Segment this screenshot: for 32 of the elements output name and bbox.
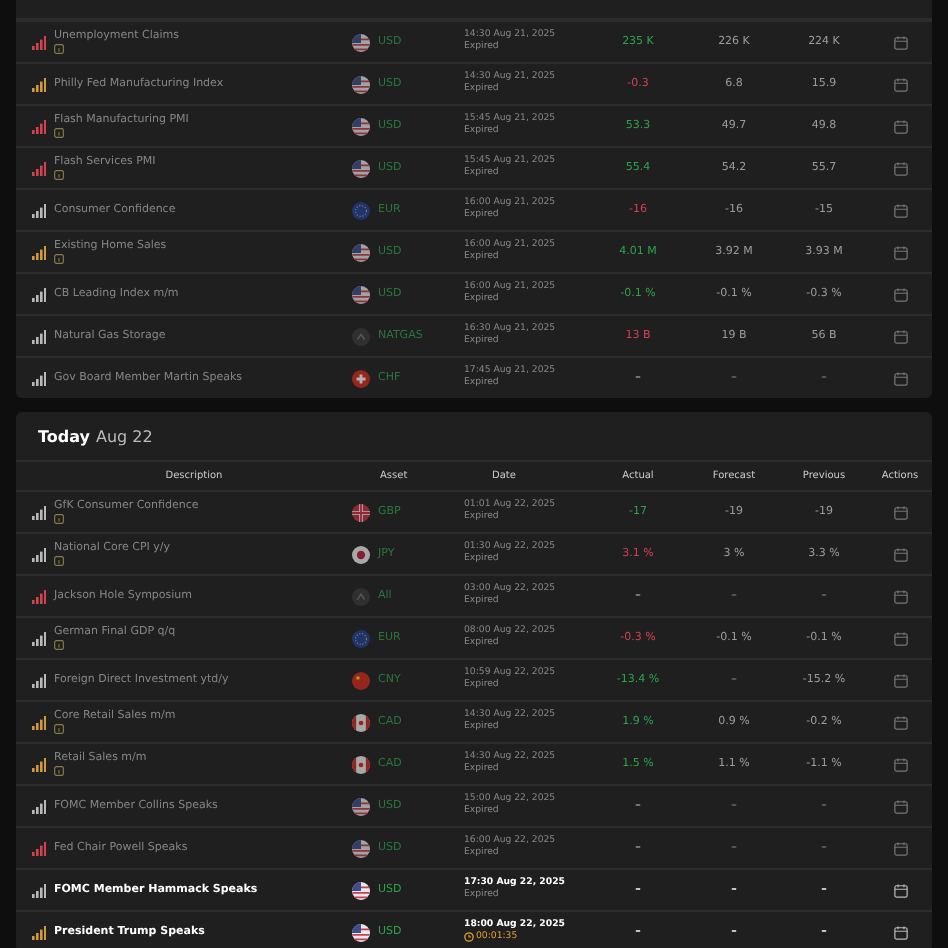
info-icon[interactable] (54, 514, 64, 524)
info-icon[interactable] (54, 44, 64, 54)
calendar-icon[interactable] (893, 161, 907, 175)
calendar-icon[interactable] (893, 841, 907, 855)
calendar-icon[interactable] (893, 631, 907, 645)
calendar-icon[interactable] (893, 589, 907, 603)
info-icon[interactable] (54, 766, 64, 776)
info-icon[interactable] (54, 254, 64, 264)
date-label: Aug 22 (95, 427, 153, 445)
calendar-icon[interactable] (893, 925, 907, 939)
calendar-icon[interactable] (893, 673, 907, 687)
calendar-icon[interactable] (893, 799, 907, 813)
calendar-icon[interactable] (893, 77, 907, 91)
calendar-icon[interactable] (893, 35, 907, 49)
calendar-icon[interactable] (893, 245, 907, 259)
calendar-icon[interactable] (893, 329, 907, 343)
calendar-icon[interactable] (893, 287, 907, 301)
calendar-icon[interactable] (893, 371, 907, 385)
calendar-icon[interactable] (893, 883, 907, 897)
info-icon[interactable] (54, 128, 64, 138)
day-label: Today (38, 427, 90, 445)
info-icon[interactable] (54, 170, 64, 180)
calendar-icon[interactable] (893, 757, 907, 771)
info-icon[interactable] (54, 724, 64, 734)
info-icon[interactable] (54, 556, 64, 566)
calendar-icon[interactable] (893, 505, 907, 519)
calendar-icon[interactable] (893, 119, 907, 133)
info-icon[interactable] (54, 640, 64, 650)
clock-icon (464, 932, 474, 943)
calendar-icon[interactable] (893, 547, 907, 561)
calendar-icon[interactable] (893, 203, 907, 217)
calendar-icon[interactable] (893, 715, 907, 729)
